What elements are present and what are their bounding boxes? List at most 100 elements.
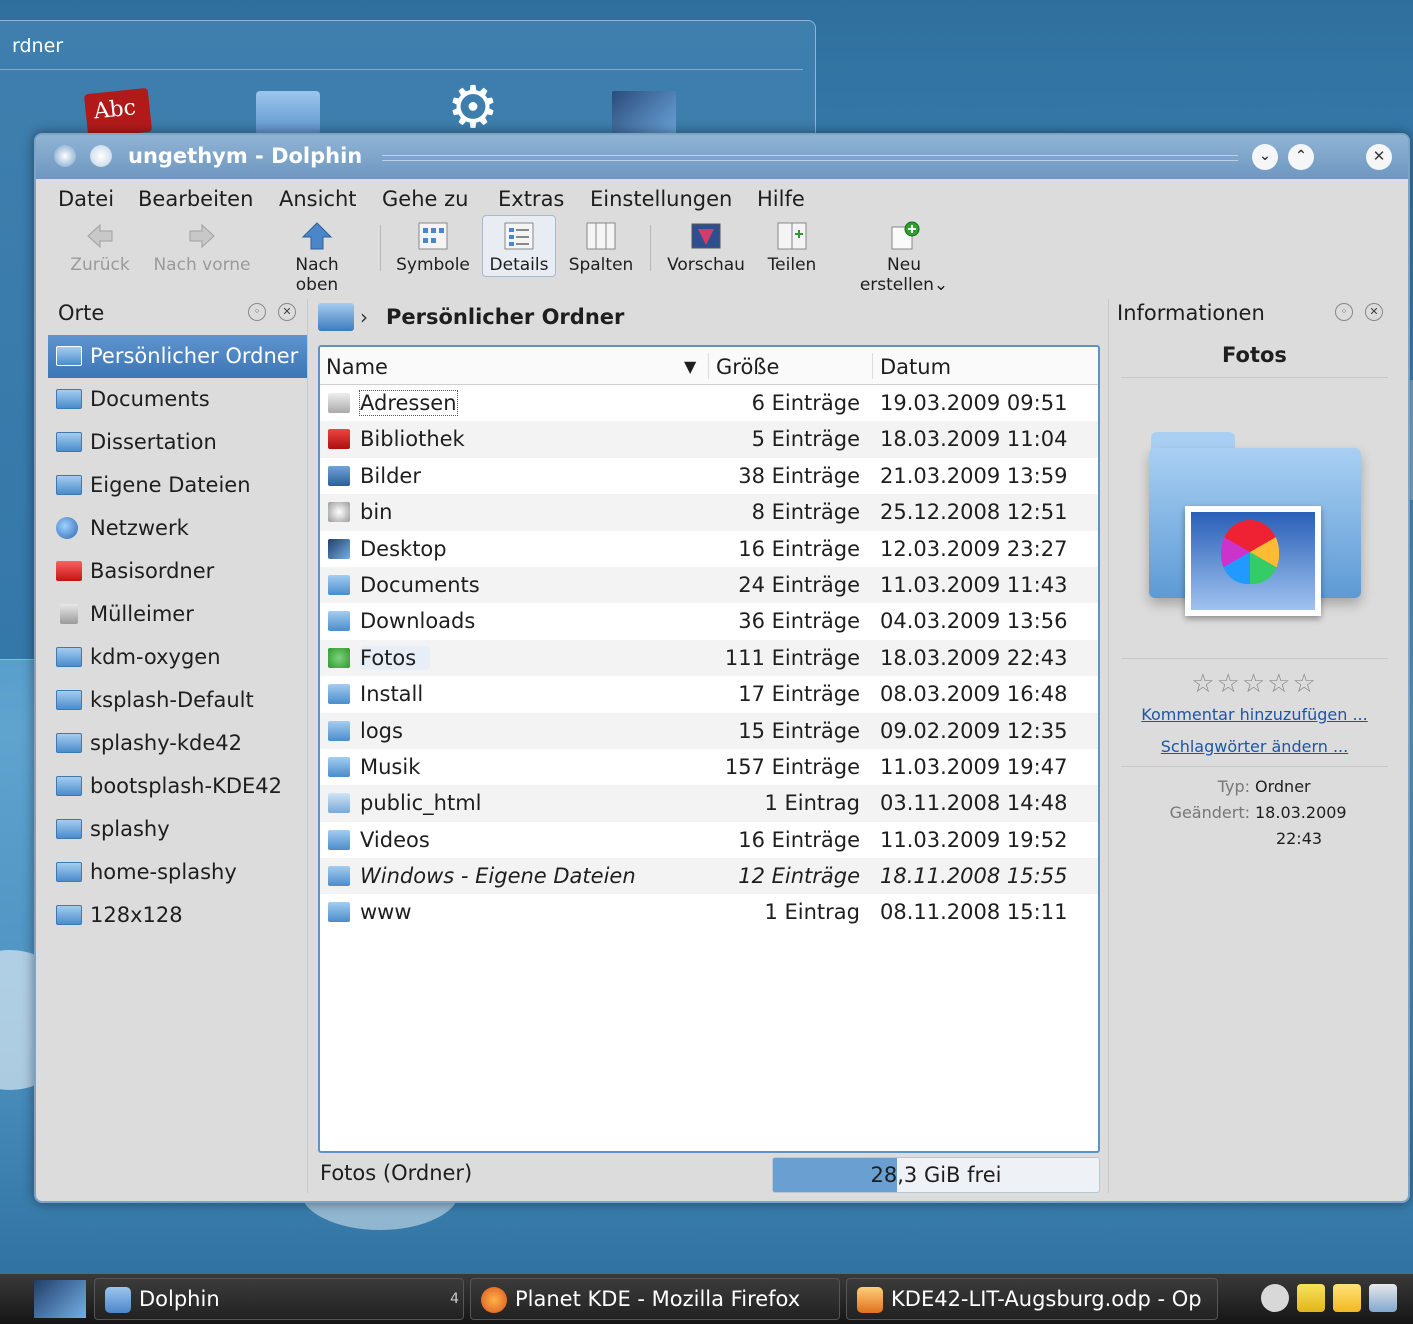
file-date: 25.12.2008 12:51 <box>880 500 1068 525</box>
place-item[interactable]: Eigene Dateien <box>48 464 307 507</box>
file-rows: Adressen 6 Einträge 19.03.2009 09:51 Biblio… <box>320 385 1098 931</box>
columns-view-button[interactable]: Spalten <box>566 221 636 275</box>
table-row[interactable]: Bilder 38 Einträge 21.03.2009 13:59 <box>320 458 1098 494</box>
rating-stars[interactable]: ☆☆☆☆☆ <box>1109 669 1400 699</box>
place-item[interactable]: Mülleimer <box>48 593 307 636</box>
menu-datei[interactable]: Datei <box>58 187 114 211</box>
panel-float-button[interactable]: ◦ <box>248 303 266 321</box>
file-date: 08.11.2008 15:11 <box>880 900 1068 925</box>
task-firefox[interactable]: Planet KDE - Mozilla Firefox <box>470 1278 840 1320</box>
file-list[interactable]: Name ▼ Größe Datum Adressen 6 Einträge 19.… <box>318 345 1100 1153</box>
place-item[interactable]: 128x128 <box>48 894 307 937</box>
folder-icon[interactable] <box>256 91 320 135</box>
minimize-button[interactable]: ⌄ <box>1252 144 1278 170</box>
place-item[interactable]: bootsplash-KDE42 <box>48 765 307 808</box>
place-item[interactable]: ksplash-Default <box>48 679 307 722</box>
table-row[interactable]: Videos 16 Einträge 11.03.2009 19:52 <box>320 822 1098 858</box>
column-date-header[interactable]: Datum <box>880 355 951 379</box>
pictures-folder-icon <box>328 465 350 486</box>
breadcrumb[interactable]: › Persönlicher Ordner <box>318 299 1098 339</box>
menu-gehe-zu[interactable]: Gehe zu <box>382 187 468 211</box>
table-row[interactable]: Bibliothek 5 Einträge 18.03.2009 11:04 <box>320 421 1098 458</box>
file-size: 157 Einträge <box>724 754 860 779</box>
preview-button[interactable]: Vorschau <box>664 221 748 275</box>
dictionary-icon[interactable]: Abc <box>83 87 153 139</box>
arrow-up-icon <box>301 221 333 251</box>
place-item[interactable]: Basisordner <box>48 550 307 593</box>
task-dolphin[interactable]: Dolphin 4 <box>94 1278 464 1320</box>
up-button[interactable]: Nach oben <box>272 221 362 295</box>
breadcrumb-separator-icon: › <box>360 305 368 329</box>
window-menu-icon[interactable] <box>54 145 76 167</box>
edit-tags-link[interactable]: Schlagwörter ändern ... <box>1109 737 1400 756</box>
place-item[interactable]: Persönlicher Ordner <box>48 335 307 378</box>
notes-icon[interactable] <box>1333 1284 1361 1312</box>
table-row[interactable]: Install 17 Einträge 08.03.2009 16:48 <box>320 676 1098 712</box>
gear-icon[interactable]: ⚙ <box>438 77 508 137</box>
file-size: 17 Einträge <box>738 682 860 707</box>
maximize-button[interactable]: ⌃ <box>1288 144 1314 170</box>
table-row[interactable]: bin 8 Einträge 25.12.2008 12:51 <box>320 494 1098 531</box>
desktop-icon[interactable] <box>612 91 676 135</box>
column-size-header[interactable]: Größe <box>716 355 779 379</box>
add-comment-link[interactable]: Kommentar hinzuzufügen ... <box>1109 705 1400 724</box>
file-name: Desktop <box>360 536 447 561</box>
home-icon[interactable] <box>318 303 354 331</box>
place-item[interactable]: Dissertation <box>48 421 307 464</box>
table-row[interactable]: Adressen 6 Einträge 19.03.2009 09:51 <box>320 385 1098 421</box>
table-row[interactable]: Windows - Eigene Dateien 12 Einträge 18.11… <box>320 858 1098 895</box>
details-view-button[interactable]: Details <box>486 221 552 275</box>
forward-button[interactable]: Nach vorne <box>152 221 252 275</box>
table-row[interactable]: www 1 Eintrag 08.11.2008 15:11 <box>320 894 1098 930</box>
sticky-icon[interactable] <box>90 145 112 167</box>
application-launcher-icon[interactable] <box>34 1280 86 1318</box>
column-separator[interactable] <box>708 353 709 379</box>
table-row[interactable]: Documents 24 Einträge 11.03.2009 11:43 <box>320 566 1098 604</box>
menu-hilfe[interactable]: Hilfe <box>757 187 805 211</box>
back-button[interactable]: Zurück <box>70 221 130 275</box>
places-panel: Orte ◦ ✕ Persönlicher Ordner Documents Dis… <box>48 299 308 1193</box>
menu-bearbeiten[interactable]: Bearbeiten <box>138 187 253 211</box>
task-impress[interactable]: KDE42-LIT-Augsburg.odp - Op <box>846 1278 1218 1320</box>
table-row[interactable]: Downloads 36 Einträge 04.03.2009 13:56 <box>320 603 1098 639</box>
breadcrumb-current[interactable]: Persönlicher Ordner <box>386 305 624 329</box>
column-separator[interactable] <box>872 353 873 379</box>
table-row[interactable]: Fotos 111 Einträge 18.03.2009 22:43 <box>320 639 1098 677</box>
file-name: www <box>360 900 412 925</box>
network-icon[interactable] <box>1261 1284 1289 1312</box>
task-firefox-label: Planet KDE - Mozilla Firefox <box>515 1287 801 1311</box>
title-bar[interactable]: ungethym - Dolphin ⌄ ⌃ ✕ <box>36 135 1408 179</box>
place-item[interactable]: home-splashy <box>48 851 307 894</box>
volume-icon[interactable] <box>1297 1284 1325 1312</box>
file-name: Bibliothek <box>360 427 465 452</box>
divider <box>1121 377 1388 378</box>
place-item[interactable]: splashy <box>48 808 307 851</box>
place-item[interactable]: Documents <box>48 378 307 421</box>
table-row[interactable]: Musik 157 Einträge 11.03.2009 19:47 <box>320 749 1098 785</box>
place-item[interactable]: splashy-kde42 <box>48 722 307 765</box>
file-name: Downloads <box>360 609 476 634</box>
menu-extras[interactable]: Extras <box>498 187 564 211</box>
type-value: Ordner <box>1255 777 1311 796</box>
split-button[interactable]: Teilen <box>762 221 822 275</box>
close-button[interactable]: ✕ <box>1366 144 1392 170</box>
icons-view-button[interactable]: Symbole <box>396 221 470 275</box>
place-item[interactable]: kdm-oxygen <box>48 636 307 679</box>
split-label: Teilen <box>767 255 817 275</box>
file-date: 21.03.2009 13:59 <box>880 463 1068 488</box>
table-row[interactable]: Desktop 16 Einträge 12.03.2009 23:27 <box>320 531 1098 567</box>
menu-einstellungen[interactable]: Einstellungen <box>590 187 732 211</box>
place-item[interactable]: Netzwerk <box>48 507 307 550</box>
free-space-label: 28,3 GiB frei <box>870 1163 1002 1187</box>
table-row[interactable]: logs 15 Einträge 09.02.2009 12:35 <box>320 712 1098 749</box>
klipper-icon[interactable] <box>1369 1284 1397 1312</box>
table-row[interactable]: public_html 1 Eintrag 03.11.2008 14:48 <box>320 785 1098 822</box>
desktop-folder-icon <box>328 538 350 559</box>
background-window-title: rdner <box>12 35 64 57</box>
panel-close-button[interactable]: ✕ <box>278 303 296 321</box>
column-name-header[interactable]: Name <box>326 355 388 379</box>
new-button[interactable]: Neu erstellen⌄ <box>842 221 966 295</box>
panel-float-button[interactable]: ◦ <box>1335 303 1353 321</box>
menu-ansicht[interactable]: Ansicht <box>279 187 357 211</box>
panel-close-button[interactable]: ✕ <box>1365 303 1383 321</box>
